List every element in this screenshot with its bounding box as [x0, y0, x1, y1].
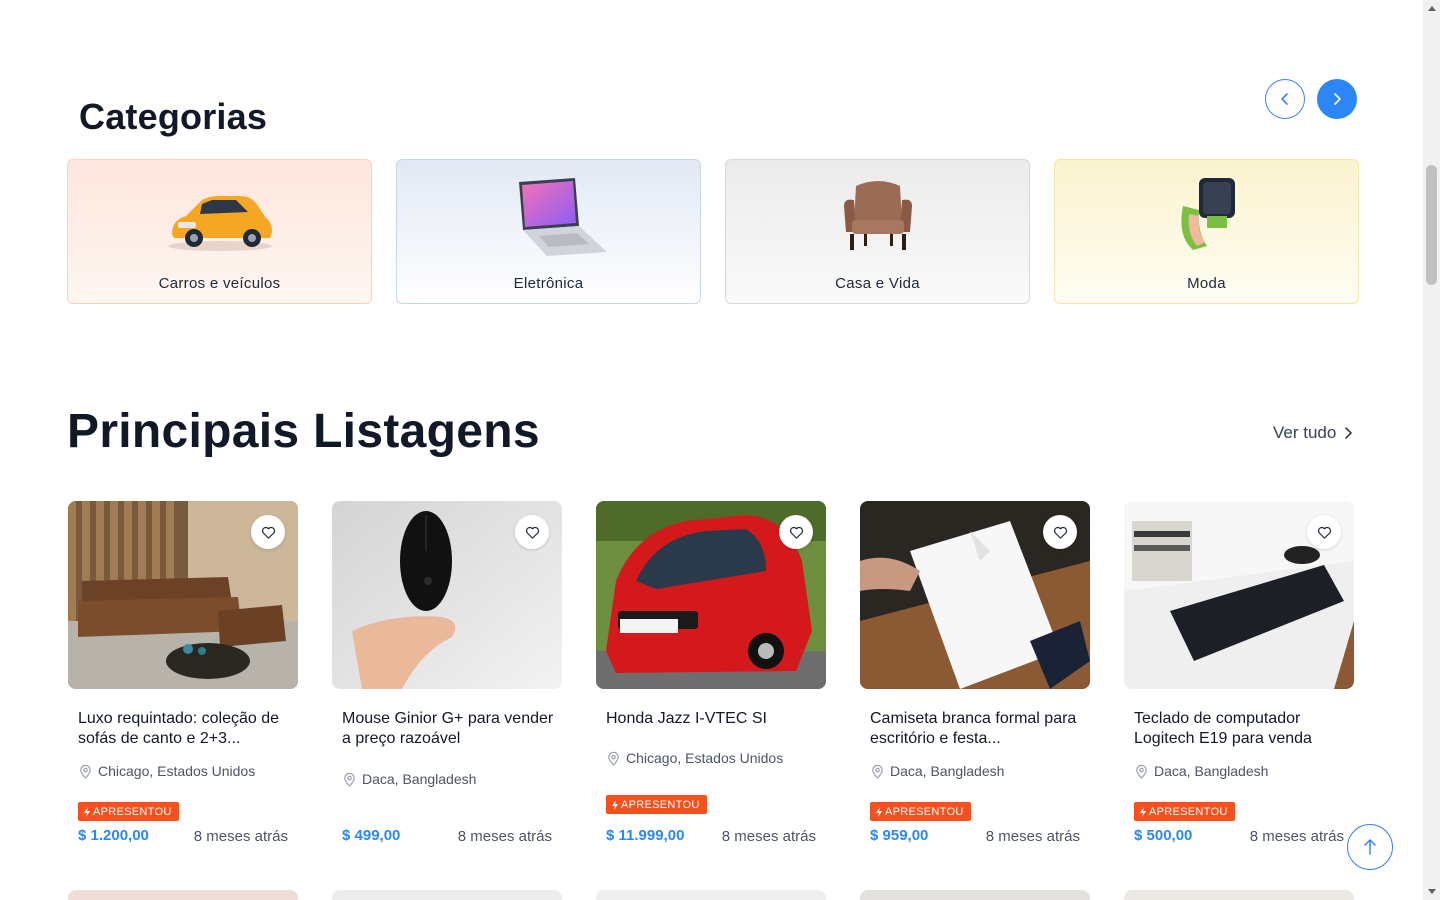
listing-card[interactable]: Camiseta branca formal para escritório e…: [860, 501, 1090, 845]
car-image: [167, 196, 272, 251]
heart-icon: [1317, 526, 1331, 539]
featured-badge: APRESENTOU: [78, 802, 179, 821]
scroll-up-arrow[interactable]: [1423, 0, 1440, 17]
badge-label: APRESENTOU: [93, 805, 172, 818]
chevron-left-icon: [1281, 93, 1288, 105]
chevron-right-icon: [1345, 427, 1353, 439]
scrollbar-thumb[interactable]: [1426, 165, 1437, 285]
category-card-electronics[interactable]: Eletrônica: [396, 159, 701, 304]
listing-time: 8 meses atrás: [1249, 828, 1344, 845]
listing-card[interactable]: Honda Jazz I-VTEC SI Chicago, Estados Un…: [596, 501, 826, 845]
back-to-top-button[interactable]: [1347, 824, 1393, 870]
lightning-icon: [876, 806, 882, 817]
carousel-prev-button[interactable]: [1265, 79, 1305, 119]
listing-image[interactable]: [596, 501, 826, 689]
listing-card[interactable]: Luxo requintado: coleção de sofás de can…: [68, 501, 298, 845]
listing-location: Daca, Bangladesh: [1134, 763, 1268, 779]
location-pin-icon: [608, 751, 619, 766]
listing-location: Daca, Bangladesh: [342, 771, 476, 787]
favorite-button[interactable]: [1307, 515, 1341, 549]
listing-image[interactable]: [1124, 501, 1354, 689]
category-label: Casa e Vida: [835, 275, 920, 292]
listing-title[interactable]: Honda Jazz I-VTEC SI: [606, 709, 821, 729]
armchair-image: [843, 181, 912, 250]
listing-card-next-row: [68, 890, 298, 900]
location-pin-icon: [344, 772, 355, 787]
listing-location: Chicago, Estados Unidos: [606, 750, 783, 766]
arrow-up-icon: [1364, 839, 1376, 855]
listing-location: Daca, Bangladesh: [870, 763, 1004, 779]
listing-card[interactable]: Teclado de computador Logitech E19 para …: [1124, 501, 1354, 845]
scroll-down-arrow[interactable]: [1423, 883, 1440, 900]
location-text: Daca, Bangladesh: [1154, 763, 1269, 779]
favorite-button[interactable]: [1043, 515, 1077, 549]
featured-badge: APRESENTOU: [870, 802, 971, 821]
smartwatch-image: [1180, 178, 1235, 250]
listing-time: 8 meses atrás: [457, 828, 552, 845]
chevron-right-icon: [1334, 93, 1341, 105]
favorite-button[interactable]: [251, 515, 285, 549]
category-card-fashion[interactable]: Moda: [1054, 159, 1359, 304]
category-card-cars[interactable]: Carros e veículos: [67, 159, 372, 304]
listing-location: Chicago, Estados Unidos: [78, 763, 255, 779]
favorite-button[interactable]: [779, 515, 813, 549]
listing-image[interactable]: [860, 501, 1090, 689]
category-label: Eletrônica: [513, 275, 584, 292]
listing-card-next-row: [332, 890, 562, 900]
listing-time: 8 meses atrás: [193, 828, 288, 845]
listing-card-next-row: [860, 890, 1090, 900]
favorite-button[interactable]: [515, 515, 549, 549]
categories-title: Categorias: [79, 96, 268, 137]
heart-icon: [261, 526, 275, 539]
heart-icon: [789, 526, 803, 539]
listing-price: $ 500,00: [1134, 827, 1193, 844]
laptop-image: [518, 178, 607, 256]
see-all-label: Ver tudo: [1273, 423, 1337, 442]
listing-price: $ 959,00: [870, 827, 929, 844]
listing-title[interactable]: Teclado de computador Logitech E19 para …: [1134, 709, 1349, 749]
listing-card-next-row: [1124, 890, 1354, 900]
category-label: Carros e veículos: [158, 275, 281, 292]
listing-time: 8 meses atrás: [985, 828, 1080, 845]
lightning-icon: [612, 799, 618, 810]
badge-label: APRESENTOU: [885, 805, 964, 818]
listing-price: $ 1.200,00: [78, 827, 149, 844]
location-text: Chicago, Estados Unidos: [626, 750, 784, 766]
listing-image[interactable]: [332, 501, 562, 689]
location-text: Chicago, Estados Unidos: [98, 763, 256, 779]
featured-badge: APRESENTOU: [606, 795, 707, 814]
location-pin-icon: [872, 764, 883, 779]
listing-title[interactable]: Camiseta branca formal para escritório e…: [870, 709, 1085, 749]
listing-time: 8 meses atrás: [721, 828, 816, 845]
listing-card[interactable]: Mouse Ginior G+ para vender a preço razo…: [332, 501, 562, 845]
badge-label: APRESENTOU: [1149, 805, 1228, 818]
listing-title[interactable]: Luxo requintado: coleção de sofás de can…: [78, 709, 293, 749]
category-card-home[interactable]: Casa e Vida: [725, 159, 1030, 304]
lightning-icon: [84, 806, 90, 817]
listing-card-next-row: [596, 890, 826, 900]
heart-icon: [525, 526, 539, 539]
carousel-next-button[interactable]: [1317, 79, 1357, 119]
location-text: Daca, Bangladesh: [362, 771, 477, 787]
listings-title: Principais Listagens: [67, 405, 540, 458]
location-pin-icon: [1136, 764, 1147, 779]
listing-price: $ 499,00: [342, 827, 401, 844]
badge-label: APRESENTOU: [621, 798, 700, 811]
page-scrollbar[interactable]: [1423, 0, 1440, 900]
heart-icon: [1053, 526, 1067, 539]
lightning-icon: [1140, 806, 1146, 817]
location-pin-icon: [80, 764, 91, 779]
see-all-link[interactable]: Ver tudo: [1273, 423, 1354, 443]
listing-price: $ 11.999,00: [606, 827, 685, 844]
location-text: Daca, Bangladesh: [890, 763, 1005, 779]
listing-image[interactable]: [68, 501, 298, 689]
category-label: Moda: [1187, 275, 1226, 292]
featured-badge: APRESENTOU: [1134, 802, 1235, 821]
listing-title[interactable]: Mouse Ginior G+ para vender a preço razo…: [342, 709, 557, 749]
